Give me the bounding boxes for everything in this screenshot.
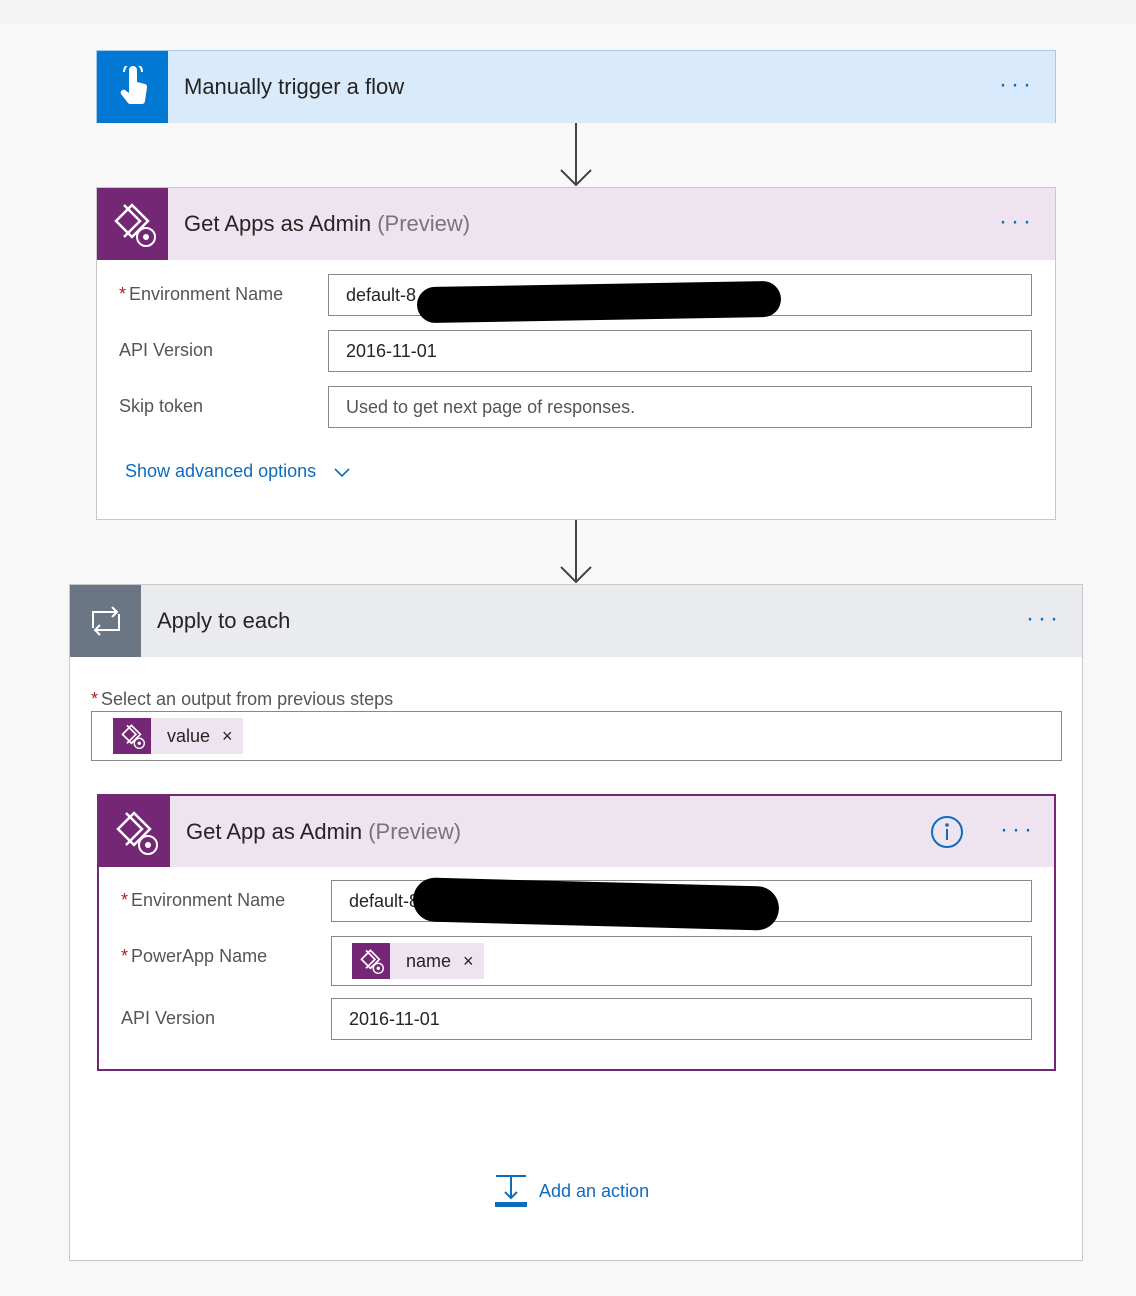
redaction-mark [412,877,780,931]
skip-token-placeholder: Used to get next page of responses. [346,396,636,417]
trigger-card[interactable]: Manually trigger a flow ··· [96,50,1056,123]
value-token-label: value [167,725,211,746]
apply-to-each-card[interactable]: Apply to each ··· * Select an output from… [69,584,1083,1261]
get-app-title[interactable]: Get App as Admin (Preview) [186,819,461,845]
get-app-icon-box [99,796,170,867]
loop-icon [91,606,120,636]
redaction-mark [416,280,782,324]
skip-token-input[interactable]: Used to get next page of responses. [328,386,1032,428]
get-app-card[interactable]: Get App as Admin (Preview) ··· * Environm… [97,794,1056,1071]
get-app-env-label: * Environment Name [121,890,286,910]
get-apps-title[interactable]: Get Apps as Admin (Preview) [184,211,470,237]
get-app-api-input[interactable]: 2016-11-01 [331,998,1032,1040]
powerapps-admin-icon [360,949,385,975]
get-app-card-header[interactable]: Get App as Admin (Preview) [99,796,1054,867]
get-app-env-value: default-8 [349,890,420,911]
name-token[interactable]: name × [352,943,484,979]
get-apps-api-input[interactable]: 2016-11-01 [328,330,1032,372]
remove-name-token-button[interactable]: × [463,951,474,972]
remove-value-token-button[interactable]: × [222,726,233,747]
apply-to-each-more-options-button[interactable]: ··· [1026,607,1062,631]
get-app-title-text: Get App as Admin [186,818,363,844]
select-output-input[interactable]: value × [91,711,1062,761]
apply-to-each-icon-box [70,585,141,657]
touch-hand-icon [120,66,147,104]
get-apps-card[interactable]: Get Apps as Admin (Preview) ··· * Environ… [96,187,1056,520]
show-advanced-options-link[interactable]: Show advanced options [125,461,351,482]
top-strip [0,0,1136,24]
get-app-api-label: API Version [121,1008,216,1028]
add-action-icon [495,1175,527,1207]
get-app-more-options-button[interactable]: ··· [1000,818,1036,842]
powerapps-admin-icon [121,724,146,750]
connector-arrow-2 [560,520,592,584]
get-apps-card-header[interactable]: Get Apps as Admin (Preview) [97,188,1055,260]
token-powerapps-icon-box [352,943,390,979]
apply-to-each-title[interactable]: Apply to each [157,608,290,634]
required-mark: * [119,284,127,304]
connector-arrow-1 [560,123,592,187]
powerapps-admin-icon [115,810,158,855]
trigger-card-header[interactable]: Manually trigger a flow [97,51,1055,123]
get-apps-api-label: API Version [119,340,214,360]
info-icon[interactable] [930,815,964,849]
get-apps-env-value: default-8 [346,284,417,305]
trigger-icon-box [97,51,168,123]
powerapps-admin-icon [113,203,156,247]
get-apps-skip-label: Skip token [119,396,204,416]
get-apps-api-value: 2016-11-01 [346,340,437,361]
get-apps-icon-box [97,188,168,260]
chevron-down-icon [334,468,350,478]
get-apps-title-text: Get Apps as Admin [184,211,372,236]
trigger-title[interactable]: Manually trigger a flow [184,74,404,100]
get-apps-more-options-button[interactable]: ··· [999,210,1035,234]
get-app-app-name-label: * PowerApp Name [121,946,268,966]
token-powerapps-icon-box [113,718,151,754]
powerapp-name-input[interactable]: name × [331,936,1032,986]
get-apps-preview-tag: (Preview) [377,211,471,236]
select-output-label: * Select an output from previous steps [91,689,394,709]
value-token[interactable]: value × [113,718,243,754]
add-action-label: Add an action [539,1180,650,1201]
get-app-api-value: 2016-11-01 [349,1008,440,1029]
get-app-preview-tag: (Preview) [368,818,462,844]
apply-to-each-header[interactable]: Apply to each [70,585,1082,657]
add-action-button[interactable]: Add an action [495,1174,649,1208]
name-token-label: name [406,950,452,971]
get-apps-env-label: * Environment Name [119,284,284,304]
trigger-more-options-button[interactable]: ··· [999,73,1035,97]
